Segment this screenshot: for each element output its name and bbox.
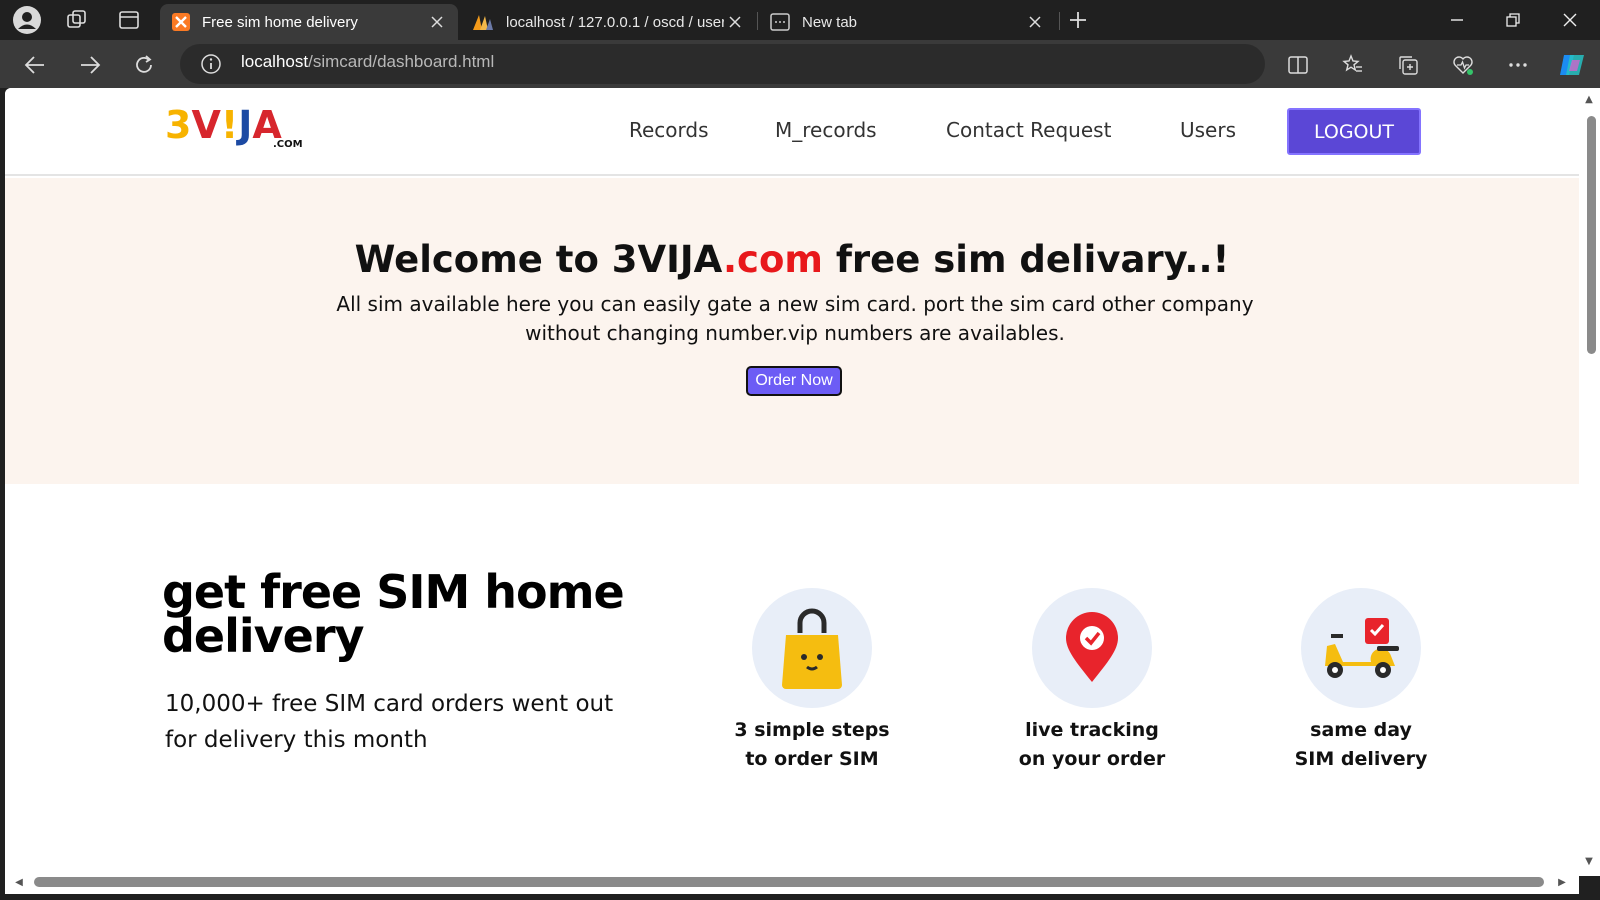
arrow-left-icon (24, 56, 44, 74)
feature-icon-circle (1032, 588, 1152, 708)
profile-icon (13, 6, 41, 34)
browser-tab-bar: Free sim home delivery localhost / 127.0… (0, 0, 1600, 40)
scroll-right-arrow-icon[interactable]: ▶ (1556, 876, 1568, 888)
workspaces-icon (67, 10, 86, 28)
horizontal-scroll-thumb[interactable] (34, 877, 1544, 887)
url-host: localhost (241, 52, 309, 71)
shopping-bag-icon (782, 608, 842, 689)
site-header: 3V!JA .COM Records M_records Contact Req… (5, 88, 1579, 176)
feature-label-line: same day (1310, 719, 1412, 741)
feature-label-line: on your order (1018, 748, 1166, 770)
tab-actions-button[interactable] (114, 6, 144, 34)
scroll-left-arrow-icon[interactable]: ◀ (13, 876, 25, 888)
tab-free-sim-home-delivery[interactable]: Free sim home delivery (160, 4, 458, 40)
hero-title-accent: .com (722, 238, 823, 281)
hero-title-post: free sim delivary..! (822, 238, 1230, 281)
logo-letter: V (191, 103, 221, 147)
hero-description: All sim available here you can easily ga… (336, 292, 1254, 345)
xampp-icon (172, 13, 190, 31)
new-tab-page-icon (770, 13, 790, 31)
copilot-button[interactable] (1556, 49, 1588, 81)
close-window-button[interactable] (1545, 4, 1595, 36)
feature-live-tracking: live tracking on your order (992, 588, 1192, 774)
close-tab-icon[interactable] (426, 11, 448, 33)
feature-icon-circle (1301, 588, 1421, 708)
minimize-icon (1451, 19, 1463, 21)
site-logo[interactable]: 3V!JA .COM (165, 103, 303, 153)
url-text[interactable]: localhost/simcard/dashboard.html (241, 52, 494, 72)
back-button[interactable] (19, 49, 51, 81)
split-screen-icon (1288, 56, 1308, 74)
close-tab-icon[interactable] (1024, 11, 1046, 33)
profile-button[interactable] (12, 6, 42, 34)
reload-button[interactable] (128, 49, 160, 81)
delivery-scooter-icon (1325, 618, 1399, 678)
workspaces-button[interactable] (62, 6, 92, 34)
feature-label-line: to order SIM (745, 748, 879, 770)
feature-label: same day SIM delivery (1261, 716, 1461, 774)
nav-users[interactable]: Users (1180, 118, 1236, 142)
logo-suffix: .COM (273, 139, 303, 150)
new-tab-button[interactable] (1063, 6, 1093, 34)
logo-letter: ! (220, 103, 239, 147)
restore-button[interactable] (1488, 4, 1538, 36)
feature-label-line: live tracking (1025, 719, 1159, 741)
close-tab-icon[interactable] (724, 11, 746, 33)
tab-new-tab[interactable]: New tab (758, 4, 1056, 40)
feature-simple-steps: 3 simple steps to order SIM (712, 588, 912, 774)
minimize-button[interactable] (1432, 4, 1482, 36)
restore-icon (1506, 13, 1520, 27)
site-info-icon[interactable] (200, 53, 222, 75)
window-frame (0, 894, 1600, 900)
split-screen-button[interactable] (1282, 49, 1314, 81)
heart-pulse-icon (1453, 56, 1473, 75)
collections-button[interactable] (1392, 49, 1424, 81)
copilot-icon (1560, 55, 1584, 75)
vertical-scroll-thumb[interactable] (1587, 116, 1596, 354)
plus-icon (1070, 12, 1086, 28)
settings-more-button[interactable] (1502, 49, 1534, 81)
logout-button[interactable]: LOGOUT (1287, 108, 1421, 155)
feature-label-line: SIM delivery (1294, 748, 1428, 770)
promo-subtitle: 10,000+ free SIM card orders went out fo… (165, 691, 614, 753)
hero-title: Welcome to 3VIJA.com free sim delivary..… (5, 238, 1579, 281)
location-pin-icon (1066, 612, 1118, 682)
promo-title: get free SIM home delivery (162, 565, 625, 663)
favorites-icon (1342, 54, 1362, 72)
nav-contact-request[interactable]: Contact Request (946, 118, 1111, 142)
page-viewport: 3V!JA .COM Records M_records Contact Req… (5, 88, 1579, 894)
more-icon (1509, 63, 1527, 67)
reload-icon (136, 55, 152, 73)
vertical-tabs-icon (119, 11, 139, 29)
feature-label: live tracking on your order (992, 716, 1192, 774)
favorites-button[interactable] (1337, 49, 1369, 81)
nav-records[interactable]: Records (629, 118, 709, 142)
tab-phpmyadmin[interactable]: localhost / 127.0.0.1 / oscd / user (460, 4, 756, 40)
tab-separator (1059, 12, 1060, 30)
feature-same-day-delivery: same day SIM delivery (1261, 588, 1461, 774)
feature-label-line: 3 simple steps (734, 719, 890, 741)
feature-icon-circle (752, 588, 872, 708)
scroll-up-arrow-icon[interactable]: ▲ (1583, 93, 1595, 105)
hero-section: Welcome to 3VIJA.com free sim delivary..… (5, 178, 1579, 484)
arrow-right-icon (81, 56, 101, 74)
logo-letter: J (238, 103, 253, 147)
tab-title: localhost / 127.0.0.1 / oscd / user (506, 13, 724, 31)
hero-title-pre: Welcome to 3VIJA (354, 238, 723, 281)
phpmyadmin-icon (473, 15, 493, 30)
url-path: /simcard/dashboard.html (308, 52, 495, 71)
nav-m-records[interactable]: M_records (775, 118, 877, 142)
collections-icon (1399, 56, 1418, 75)
forward-button[interactable] (74, 49, 106, 81)
order-now-button[interactable]: Order Now (746, 366, 842, 396)
close-icon (1563, 13, 1577, 27)
logo-letter: 3 (165, 103, 192, 147)
feature-label: 3 simple steps to order SIM (712, 716, 912, 774)
scroll-down-arrow-icon[interactable]: ▼ (1583, 855, 1595, 867)
tab-title: New tab (802, 13, 858, 31)
browser-essentials-button[interactable] (1447, 49, 1479, 81)
tab-title: Free sim home delivery (202, 13, 358, 31)
